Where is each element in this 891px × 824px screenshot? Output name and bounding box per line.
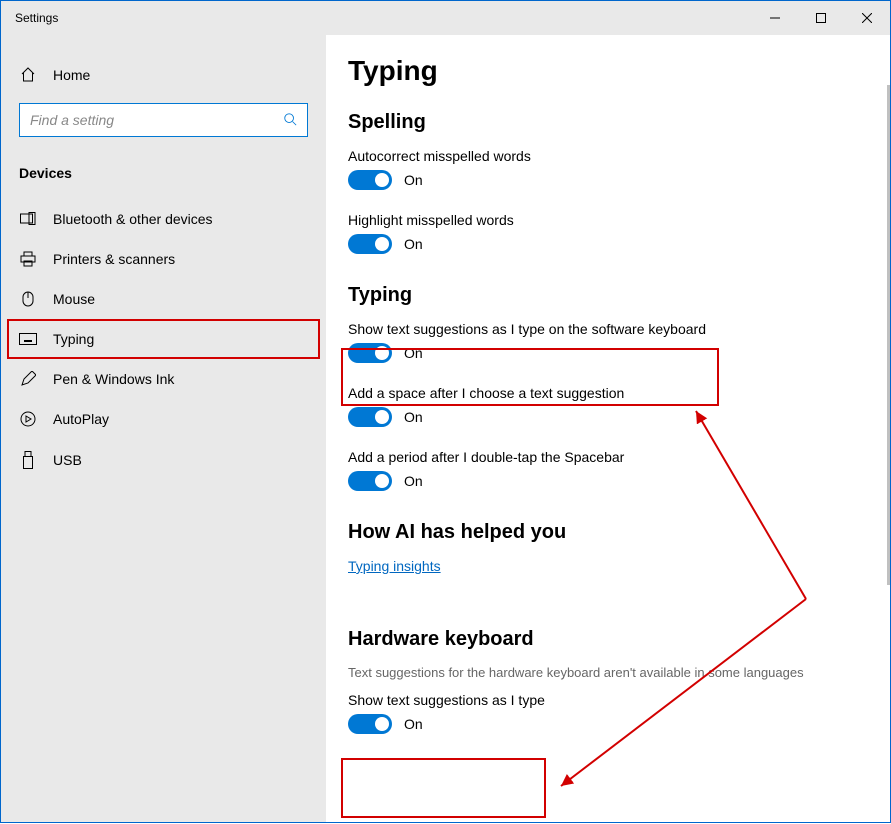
toggle-state: On	[404, 716, 423, 732]
keyboard-icon	[19, 333, 37, 345]
toggle-sw-suggestions[interactable]	[348, 343, 392, 363]
sidebar-home-label: Home	[53, 67, 90, 83]
page-title: Typing	[348, 55, 850, 87]
toggle-space[interactable]	[348, 407, 392, 427]
toggle-highlight[interactable]	[348, 234, 392, 254]
search-input[interactable]	[30, 112, 283, 128]
sidebar-item-label: USB	[53, 452, 82, 468]
sidebar-item-mouse[interactable]: Mouse	[1, 279, 326, 319]
close-button[interactable]	[844, 1, 890, 35]
setting-highlight-label: Highlight misspelled words	[348, 212, 850, 228]
toggle-autocorrect[interactable]	[348, 170, 392, 190]
window-controls	[752, 1, 890, 35]
setting-hw-suggestions-label: Show text suggestions as I type	[348, 692, 850, 708]
section-ai: How AI has helped you	[348, 521, 850, 544]
minimize-button[interactable]	[752, 1, 798, 35]
link-typing-insights[interactable]: Typing insights	[348, 558, 441, 574]
section-hardware: Hardware keyboard	[348, 628, 850, 651]
sidebar-item-label: AutoPlay	[53, 411, 109, 427]
pen-icon	[19, 371, 37, 387]
sidebar-item-usb[interactable]: USB	[1, 439, 326, 481]
sidebar-item-pen[interactable]: Pen & Windows Ink	[1, 359, 326, 399]
toggle-state: On	[404, 345, 423, 361]
section-spelling: Spelling	[348, 111, 850, 134]
mouse-icon	[19, 291, 37, 307]
sidebar: Home Devices Bluetooth & other devices P…	[1, 35, 326, 822]
sidebar-item-label: Mouse	[53, 291, 95, 307]
toggle-state: On	[404, 172, 423, 188]
search-box[interactable]	[19, 103, 308, 137]
sidebar-item-autoplay[interactable]: AutoPlay	[1, 399, 326, 439]
devices-icon	[19, 212, 37, 226]
hardware-subtext: Text suggestions for the hardware keyboa…	[348, 665, 808, 680]
scrollbar[interactable]	[887, 85, 890, 585]
setting-period-label: Add a period after I double-tap the Spac…	[348, 449, 850, 465]
sidebar-item-label: Typing	[53, 331, 94, 347]
sidebar-item-label: Pen & Windows Ink	[53, 371, 174, 387]
toggle-hw-suggestions[interactable]	[348, 714, 392, 734]
sidebar-item-bluetooth[interactable]: Bluetooth & other devices	[1, 199, 326, 239]
autoplay-icon	[19, 411, 37, 427]
sidebar-home[interactable]: Home	[1, 57, 326, 93]
sidebar-item-printers[interactable]: Printers & scanners	[1, 239, 326, 279]
section-typing: Typing	[348, 284, 850, 307]
setting-autocorrect-label: Autocorrect misspelled words	[348, 148, 850, 164]
sidebar-item-label: Printers & scanners	[53, 251, 175, 267]
toggle-period[interactable]	[348, 471, 392, 491]
setting-sw-suggestions-label: Show text suggestions as I type on the s…	[348, 321, 850, 337]
toggle-state: On	[404, 409, 423, 425]
sidebar-item-label: Bluetooth & other devices	[53, 211, 213, 227]
titlebar: Settings	[1, 1, 890, 35]
search-icon	[283, 112, 297, 129]
content-pane: Typing Spelling Autocorrect misspelled w…	[326, 35, 890, 822]
toggle-state: On	[404, 473, 423, 489]
sidebar-group-label: Devices	[1, 159, 326, 199]
home-icon	[19, 67, 37, 83]
printer-icon	[19, 251, 37, 267]
maximize-button[interactable]	[798, 1, 844, 35]
window-title: Settings	[15, 11, 58, 25]
usb-icon	[19, 451, 37, 469]
toggle-state: On	[404, 236, 423, 252]
sidebar-item-typing[interactable]: Typing	[7, 319, 320, 359]
setting-space-label: Add a space after I choose a text sugges…	[348, 385, 850, 401]
